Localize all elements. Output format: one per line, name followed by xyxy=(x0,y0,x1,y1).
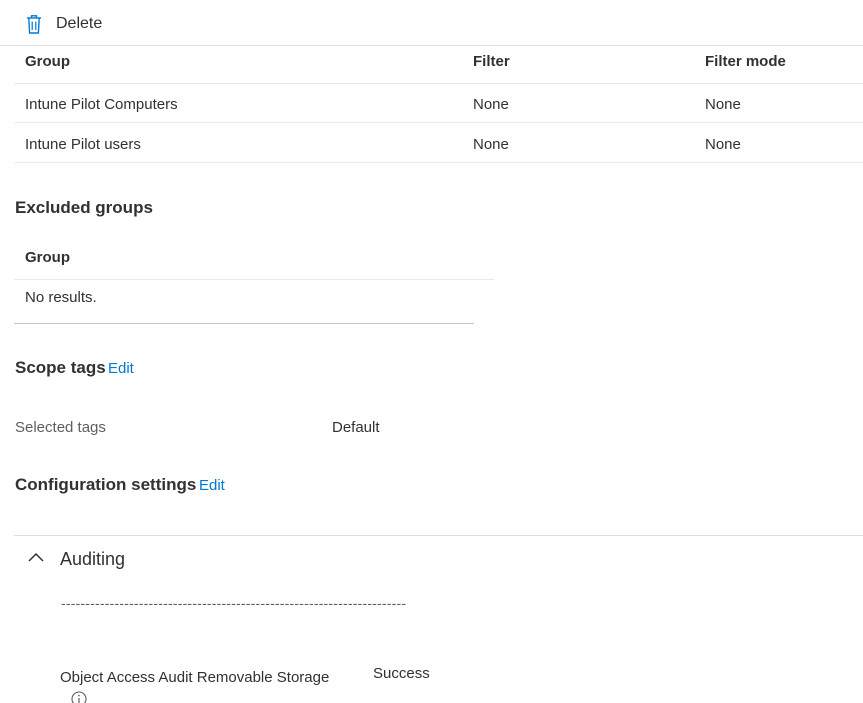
group-cell: Intune Pilot users xyxy=(25,136,141,153)
delete-button[interactable]: Delete xyxy=(24,11,102,37)
command-bar: Delete xyxy=(0,0,863,46)
delete-label: Delete xyxy=(56,15,103,32)
table-divider xyxy=(14,279,494,280)
chevron-up-icon xyxy=(26,550,46,568)
scope-tags-edit-link[interactable]: Edit xyxy=(108,360,134,377)
selected-tags-label: Selected tags xyxy=(15,419,106,436)
column-header-filter-mode[interactable]: Filter mode xyxy=(705,53,786,70)
group-cell: Intune Pilot Computers xyxy=(25,96,178,113)
table-divider xyxy=(14,162,863,163)
scope-tags-title: Scope tags xyxy=(15,358,106,377)
auditing-accordion-header[interactable]: Auditing xyxy=(26,546,125,572)
table-divider xyxy=(14,323,474,324)
setting-name: Object Access Audit Removable Storage xyxy=(60,669,330,686)
filter-cell: None xyxy=(473,96,509,113)
filter-mode-cell: None xyxy=(705,136,741,153)
trash-icon xyxy=(24,13,44,35)
configuration-settings-title: Configuration settings xyxy=(15,475,197,494)
configuration-settings-edit-link[interactable]: Edit xyxy=(199,477,225,494)
table-divider xyxy=(14,122,863,123)
filter-mode-cell: None xyxy=(705,96,741,113)
empty-results-text: No results. xyxy=(25,289,97,306)
info-icon[interactable] xyxy=(71,691,87,703)
column-header-filter[interactable]: Filter xyxy=(473,53,510,70)
column-header-group[interactable]: Group xyxy=(25,249,70,266)
page: Delete Group Filter Filter mode Intune P… xyxy=(0,0,863,703)
excluded-groups-title: Excluded groups xyxy=(15,198,153,217)
filter-cell: None xyxy=(473,136,509,153)
setting-value: Success xyxy=(373,665,430,682)
selected-tags-value: Default xyxy=(332,419,380,436)
settings-separator: ----------------------------------------… xyxy=(61,595,407,611)
table-divider xyxy=(14,83,863,84)
column-header-group[interactable]: Group xyxy=(25,53,70,70)
auditing-label: Auditing xyxy=(60,548,126,569)
section-divider xyxy=(14,535,863,536)
